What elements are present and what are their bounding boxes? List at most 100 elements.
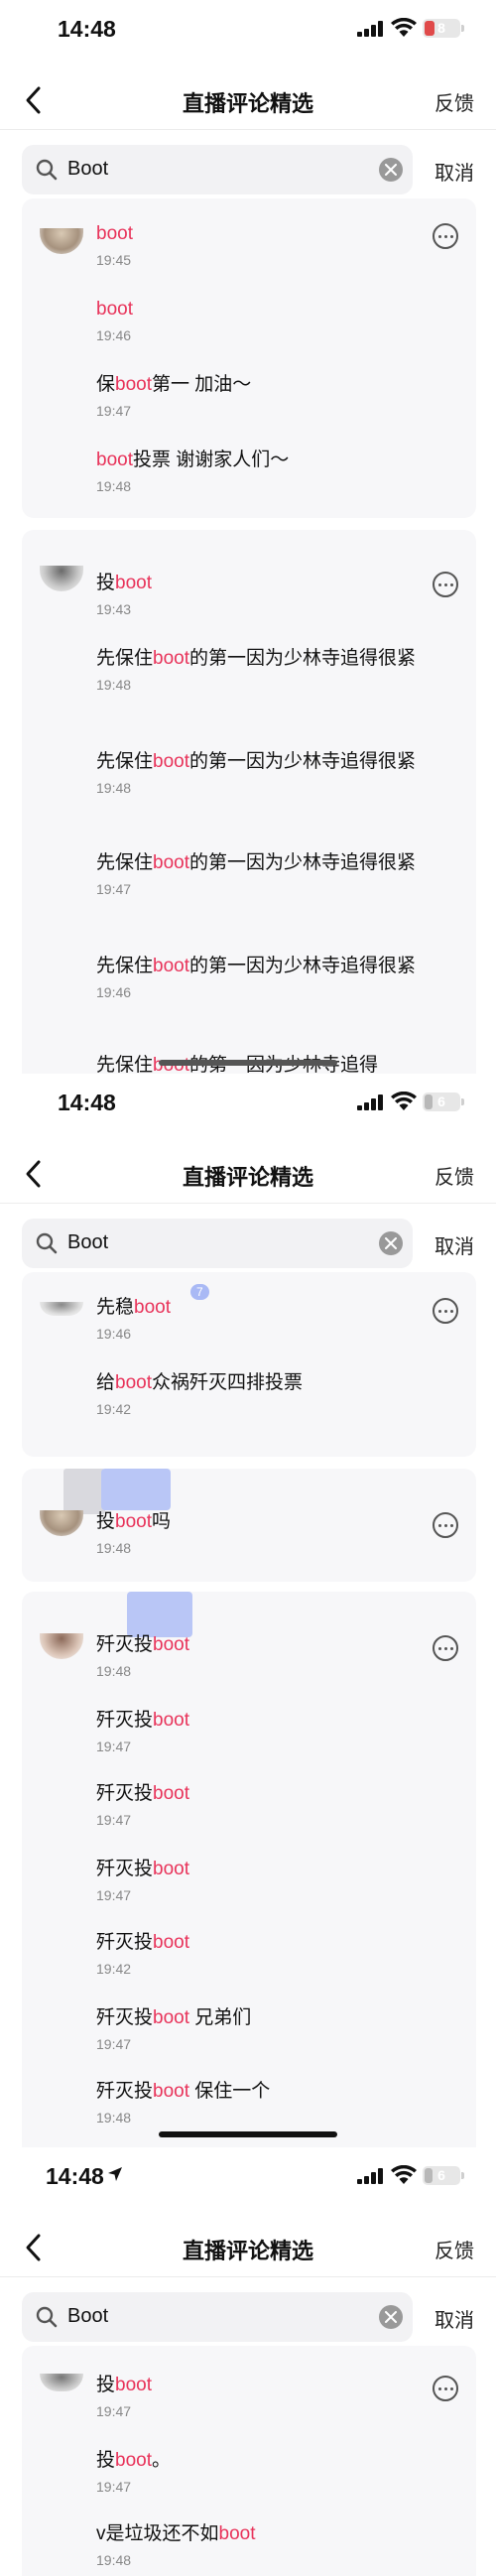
comment-item: 歼灭投boot 19:47 (96, 1780, 424, 1828)
comment-time: 19:48 (96, 677, 132, 693)
avatar[interactable] (40, 2374, 83, 2391)
battery-icon: 6 (423, 2166, 464, 2185)
signal-icon (357, 1095, 383, 1110)
comment-item: 给boot众祸歼灭四排投票 19:42 (96, 1369, 424, 1417)
more-icon[interactable] (433, 1512, 458, 1538)
wifi-icon (391, 18, 417, 37)
status-time: 14:48 (58, 16, 116, 42)
comment-item: 歼灭投boot 19:48 (96, 1631, 424, 1679)
feedback-button[interactable]: 反馈 (434, 87, 474, 116)
comment-text: 先保住boot的第一因为少林寺追得很紧 (96, 751, 417, 772)
comment-item: 先保住boot的第一因为少林寺追得很紧 19:46 (96, 953, 424, 1000)
comment-time: 19:46 (96, 1326, 132, 1342)
clear-icon[interactable] (379, 2305, 403, 2329)
comment-card: 歼灭投boot 19:48 歼灭投boot 19:47 歼灭投boot 19:4… (22, 1592, 476, 2147)
comment-text: 先保住boot的第一因为少林寺追得很紧 (96, 648, 417, 669)
search-query: Boot (67, 158, 109, 180)
redacted-block (101, 1469, 171, 1510)
comment-time: 19:48 (96, 2110, 132, 2125)
avatar[interactable] (40, 1510, 83, 1536)
status-time: 14:48 (46, 2163, 104, 2189)
comment-list: boot 19:45 boot 19:46 保boot第一 加油～ 19:47 … (22, 198, 476, 1074)
comment-item: 先稳boot 19:46 (96, 1294, 424, 1342)
comment-time: 19:42 (96, 1401, 132, 1417)
comment-time: 19:48 (96, 2552, 132, 2568)
comment-item: 歼灭投boot 保住一个 19:48 (96, 2078, 424, 2125)
comment-card: 投boot 19:47 投boot。 19:47 v是垃圾还不如boot 19:… (22, 2346, 476, 2576)
signal-icon (357, 21, 383, 37)
comment-item: 投boot。 19:47 (96, 2447, 424, 2495)
comment-time: 19:47 (96, 1887, 132, 1903)
comment-text: boot (96, 299, 133, 320)
clear-icon[interactable] (379, 1231, 403, 1255)
comment-text: 歼灭投boot (96, 1859, 189, 1879)
more-icon[interactable] (433, 572, 458, 597)
comment-item: 先保住boot的第一因为少林寺追得很紧 19:48 (96, 748, 424, 796)
comment-text: boot投票 谢谢家人们～ (96, 450, 290, 470)
comment-time: 19:48 (96, 780, 132, 796)
search-query: Boot (67, 1231, 109, 1253)
feedback-button[interactable]: 反馈 (434, 2235, 474, 2263)
nav-bar: 直播评论精选 反馈 (0, 69, 496, 129)
comment-time: 19:46 (96, 984, 132, 1000)
comment-text: 给boot众祸歼灭四排投票 (96, 1372, 304, 1393)
battery-icon: 6 (423, 1093, 464, 1111)
screen-1: 14:48 8 直播评论精选 反馈 Boot 取消 boot 19:45 boo (0, 0, 496, 1074)
battery-level: 8 (437, 20, 445, 36)
more-icon[interactable] (433, 223, 458, 249)
comment-item: 歼灭投boot 19:47 (96, 1856, 424, 1903)
comment-time: 19:43 (96, 601, 132, 617)
comment-item: 歼灭投boot 兄弟们 19:47 (96, 2004, 424, 2052)
comment-card: 投boot吗 19:48 (22, 1469, 476, 1582)
comment-text: 歼灭投boot (96, 1932, 189, 1953)
comment-time: 19:48 (96, 1663, 132, 1679)
divider (0, 129, 496, 130)
wifi-icon (391, 1092, 417, 1110)
search-input[interactable]: Boot (22, 145, 413, 194)
avatar[interactable] (40, 228, 83, 254)
comment-item: 投boot吗 19:48 (96, 1508, 424, 1556)
comment-text: 先保住boot的第一因为少林寺追得很紧 (96, 956, 417, 976)
comment-item: 先保住boot的第一因为少林寺追得很紧 19:48 (96, 645, 424, 693)
screen-2: 14:48 6 直播评论精选 反馈 Boot 取消 7 先稳boot 19:46 (0, 1074, 496, 2147)
battery-icon: 8 (423, 19, 464, 38)
comment-item: 歼灭投boot 19:42 (96, 1929, 424, 1977)
feedback-button[interactable]: 反馈 (434, 1161, 474, 1190)
comment-time: 19:48 (96, 1540, 132, 1556)
more-icon[interactable] (433, 1298, 458, 1324)
avatar[interactable] (40, 1633, 83, 1659)
comment-text: 投boot吗 (96, 1511, 172, 1532)
divider (0, 2276, 496, 2277)
comment-time: 19:45 (96, 252, 132, 268)
cancel-button[interactable]: 取消 (434, 1230, 474, 1259)
page-title: 直播评论精选 (182, 91, 313, 116)
comment-text: 先稳boot (96, 1297, 171, 1318)
status-bar: 14:48 6 (0, 1074, 496, 1131)
more-icon[interactable] (433, 1635, 458, 1661)
clear-icon[interactable] (379, 158, 403, 182)
comment-item: 投boot 19:47 (96, 2372, 424, 2419)
cancel-button[interactable]: 取消 (434, 157, 474, 186)
search-input[interactable]: Boot (22, 2292, 413, 2342)
comment-time: 19:42 (96, 1961, 132, 1977)
avatar[interactable] (40, 1302, 83, 1316)
signal-icon (357, 2168, 383, 2184)
search-input[interactable]: Boot (22, 1219, 413, 1268)
comment-time: 19:47 (96, 2479, 132, 2495)
cancel-button[interactable]: 取消 (434, 2304, 474, 2333)
nav-bar: 直播评论精选 反馈 (0, 1143, 496, 1203)
comment-text: 歼灭投boot 保住一个 (96, 2081, 271, 2102)
comment-item: boot 19:46 (96, 296, 424, 343)
comment-time: 19:47 (96, 2036, 132, 2052)
search-icon (36, 1232, 58, 1254)
comment-text: 歼灭投boot (96, 1783, 189, 1804)
avatar[interactable] (40, 566, 83, 591)
battery-level: 6 (437, 1094, 445, 1109)
more-icon[interactable] (433, 2376, 458, 2401)
page-title: 直播评论精选 (182, 2239, 313, 2263)
comment-item: 投boot 19:43 (96, 570, 424, 617)
comment-text: 保boot第一 加油～ (96, 374, 252, 395)
comment-time: 19:46 (96, 327, 132, 343)
comment-text: 歼灭投boot 兄弟们 (96, 2007, 252, 2028)
comment-card: 7 先稳boot 19:46 给boot众祸歼灭四排投票 19:42 (22, 1272, 476, 1457)
